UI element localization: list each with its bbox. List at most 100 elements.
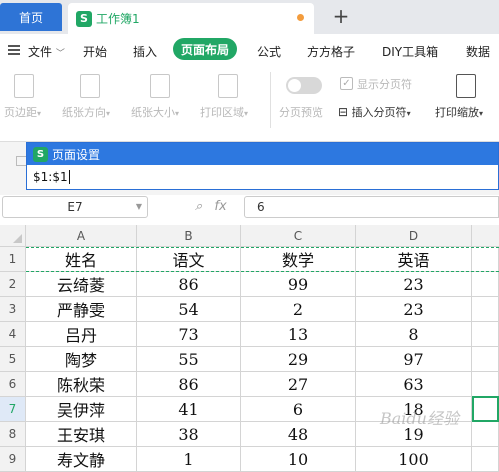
row-header[interactable]: 1 — [0, 247, 26, 272]
table-cell[interactable]: 23 — [356, 297, 472, 322]
page-preview-label: 分页预览 — [279, 106, 323, 119]
menu-start[interactable]: 开始 — [83, 43, 107, 60]
table-cell[interactable] — [472, 447, 499, 472]
row-header[interactable]: 4 — [0, 322, 26, 347]
menu-fangfang[interactable]: 方方格子 — [307, 43, 355, 60]
insert-break-button[interactable]: ⊟ 插入分页符▾ — [338, 104, 411, 120]
table-cell[interactable]: 54 — [137, 297, 241, 322]
select-all-corner[interactable] — [0, 225, 26, 247]
tab-home[interactable]: 首页 — [0, 3, 62, 31]
menu-page-layout[interactable]: 页面布局 — [173, 38, 238, 60]
menu-insert[interactable]: 插入 — [133, 43, 157, 60]
table-cell[interactable]: 86 — [137, 372, 241, 397]
margin-icon — [14, 74, 34, 98]
row-header[interactable]: 5 — [0, 347, 26, 372]
column-header-d[interactable]: D — [356, 225, 472, 247]
table-cell[interactable]: 27 — [241, 372, 356, 397]
row-header[interactable]: 8 — [0, 422, 26, 447]
menu-file[interactable]: 文件 ﹀ — [28, 43, 65, 60]
table-cell[interactable] — [472, 422, 499, 447]
menu-formula[interactable]: 公式 — [257, 43, 281, 60]
table-cell[interactable]: 86 — [137, 272, 241, 297]
paper-size-button[interactable]: 纸张大小▾ — [131, 104, 179, 120]
table-cell[interactable]: 陈秋荣 — [26, 372, 137, 397]
table-cell[interactable]: 41 — [137, 397, 241, 422]
table-cell[interactable]: 数学 — [241, 247, 356, 272]
table-cell[interactable]: 55 — [137, 347, 241, 372]
table-cell[interactable]: 38 — [137, 422, 241, 447]
row-header[interactable]: 2 — [0, 272, 26, 297]
table-cell[interactable]: 严静雯 — [26, 297, 137, 322]
column-header-a[interactable]: A — [26, 225, 137, 247]
table-cell[interactable]: 8 — [356, 322, 472, 347]
table-cell[interactable]: 48 — [241, 422, 356, 447]
table-cell[interactable]: 6 — [241, 397, 356, 422]
row-header[interactable]: 6 — [0, 372, 26, 397]
new-tab-button[interactable]: + — [330, 6, 352, 28]
table-cell[interactable]: 云绮菱 — [26, 272, 137, 297]
table-cell[interactable]: 陶梦 — [26, 347, 137, 372]
row-header[interactable]: 3 — [0, 297, 26, 322]
ribbon: 页边距▾ 纸张方向▾ 纸张大小▾ 打印区域▾ 分页预览 ✓ 显示分页符 ⊟ 插入… — [0, 64, 499, 142]
page-preview-toggle[interactable] — [286, 77, 322, 94]
row-header[interactable]: 9 — [0, 447, 26, 472]
table-cell[interactable] — [472, 247, 499, 272]
table-cell[interactable] — [472, 372, 499, 397]
table-cell[interactable]: 王安琪 — [26, 422, 137, 447]
tab-workbook-label: 工作簿1 — [96, 12, 140, 26]
table-cell[interactable]: 10 — [241, 447, 356, 472]
formula-icons: ⌕ fx — [195, 199, 227, 214]
ribbon-divider — [270, 72, 271, 128]
table-cell[interactable] — [472, 322, 499, 347]
range-input[interactable]: $1:$1 — [27, 165, 498, 189]
paper-size-icon — [150, 74, 170, 98]
range-input-value: $1:$1 — [33, 170, 68, 184]
table-cell[interactable]: 吴伊萍 — [26, 397, 137, 422]
table-cell[interactable]: 吕丹 — [26, 322, 137, 347]
table-cell[interactable]: 23 — [356, 272, 472, 297]
formula-input[interactable]: 6 — [244, 196, 499, 218]
table-cell[interactable] — [472, 272, 499, 297]
unsaved-dot-icon — [297, 14, 304, 21]
print-area-button[interactable]: 打印区域▾ — [200, 104, 248, 120]
table-cell[interactable]: 97 — [356, 347, 472, 372]
name-box[interactable]: E7 ▼ — [2, 196, 148, 218]
chevron-down-icon[interactable]: ▼ — [136, 197, 142, 217]
table-cell[interactable]: 语文 — [137, 247, 241, 272]
table-cell[interactable] — [472, 347, 499, 372]
orientation-button[interactable]: 纸张方向▾ — [62, 104, 110, 120]
zoom-icon[interactable]: ⌕ — [195, 199, 202, 214]
table-cell[interactable]: 英语 — [356, 247, 472, 272]
hamburger-icon[interactable] — [8, 45, 20, 57]
dialog-logo-icon: S — [33, 146, 48, 162]
margin-button[interactable]: 页边距▾ — [4, 104, 41, 120]
table-cell[interactable]: 1 — [137, 447, 241, 472]
formula-bar: E7 ▼ ⌕ fx 6 — [0, 195, 499, 223]
print-scale-button[interactable]: 打印缩放▾ — [435, 104, 483, 120]
fx-icon[interactable]: fx — [214, 199, 226, 214]
tab-workbook[interactable]: S 工作簿1 — [68, 3, 314, 34]
text-cursor — [68, 170, 70, 184]
dialog-titlebar[interactable]: S 页面设置 — [27, 143, 498, 165]
table-cell[interactable]: 寿文静 — [26, 447, 137, 472]
table-cell[interactable]: 99 — [241, 272, 356, 297]
print-area-icon — [218, 74, 238, 98]
table-cell[interactable]: 13 — [241, 322, 356, 347]
column-header-b[interactable]: B — [137, 225, 241, 247]
column-header-c[interactable]: C — [241, 225, 356, 247]
watermark: Baidu经验 — [380, 409, 459, 428]
table-cell[interactable]: 29 — [241, 347, 356, 372]
table-cell[interactable] — [472, 297, 499, 322]
menu-data[interactable]: 数据 — [466, 43, 490, 60]
table-cell[interactable]: 73 — [137, 322, 241, 347]
dialog-title: 页面设置 — [52, 147, 101, 162]
column-header-e[interactable] — [472, 225, 499, 247]
table-cell[interactable]: 100 — [356, 447, 472, 472]
table-cell[interactable]: 姓名 — [26, 247, 137, 272]
show-breaks-checkbox[interactable]: ✓ — [340, 77, 353, 90]
row-header[interactable]: 7 — [0, 397, 26, 422]
active-cell[interactable] — [472, 396, 499, 422]
table-cell[interactable]: 63 — [356, 372, 472, 397]
table-cell[interactable]: 2 — [241, 297, 356, 322]
menu-diy-toolbox[interactable]: DIY工具箱 — [382, 43, 438, 60]
